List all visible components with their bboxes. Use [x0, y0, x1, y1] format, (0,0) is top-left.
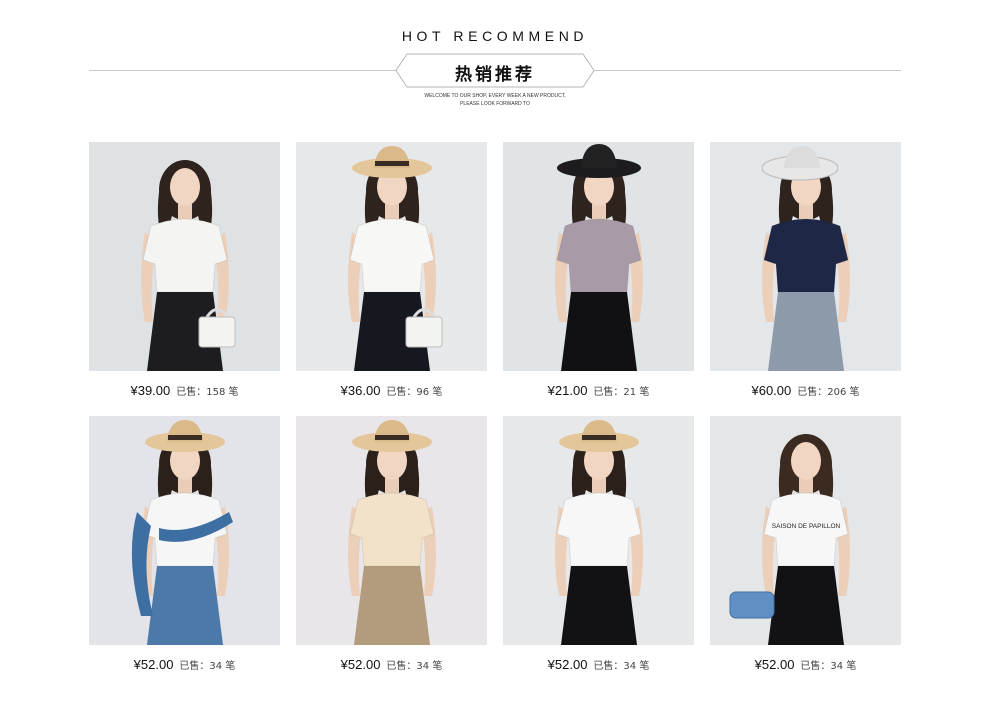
product-price: ¥39.00 — [130, 383, 171, 398]
welcome-line-1: WELCOME TO OUR SHOP, EVERY WEEK A NEW PR… — [424, 93, 566, 99]
product-image[interactable] — [89, 142, 280, 371]
sold-count: 已售：21 笔 — [593, 387, 650, 398]
shirt-print-text: SAISON DE PAPILLON — [772, 523, 841, 530]
product-price: ¥52.00 — [754, 657, 795, 672]
price-row: ¥52.00 已售：34 笔 — [296, 656, 487, 674]
model-photo — [89, 142, 280, 371]
sold-count: 已售：34 笔 — [179, 661, 236, 672]
model-photo — [296, 416, 487, 645]
model-photo — [89, 416, 280, 645]
model-photo: SAISON DE PAPILLON — [710, 416, 901, 645]
sold-count: 已售：34 笔 — [800, 661, 857, 672]
product-image[interactable] — [89, 416, 280, 645]
price-row: ¥39.00 已售：158 笔 — [89, 382, 280, 400]
product-image[interactable] — [296, 416, 487, 645]
product-price: ¥52.00 — [547, 657, 588, 672]
price-row: ¥52.00 已售：34 笔 — [89, 656, 280, 674]
product-card[interactable]: ¥52.00 已售：34 笔 — [503, 416, 694, 672]
product-card[interactable]: SAISON DE PAPILLON ¥52.00 已售：34 笔 — [710, 416, 901, 672]
section-title-en: HOT RECOMMEND — [401, 28, 589, 44]
price-row: ¥60.00 已售：206 笔 — [710, 382, 901, 400]
product-price: ¥60.00 — [751, 383, 792, 398]
model-photo — [503, 416, 694, 645]
sold-count: 已售：34 笔 — [386, 661, 443, 672]
model-photo — [503, 142, 694, 371]
product-image[interactable] — [296, 142, 487, 371]
price-row: ¥52.00 已售：34 笔 — [710, 656, 901, 674]
product-card[interactable]: ¥39.00 已售：158 笔 — [89, 142, 280, 398]
product-image[interactable] — [710, 142, 901, 371]
price-row: ¥36.00 已售：96 笔 — [296, 382, 487, 400]
price-row: ¥21.00 已售：21 笔 — [503, 382, 694, 400]
product-price: ¥36.00 — [340, 383, 381, 398]
product-image[interactable] — [503, 142, 694, 371]
sold-count: 已售：34 笔 — [593, 661, 650, 672]
model-photo — [296, 142, 487, 371]
sold-count: 已售：96 笔 — [386, 387, 443, 398]
title-banner: 热销推荐 — [395, 53, 595, 88]
model-photo — [710, 142, 901, 371]
product-price: ¥21.00 — [547, 383, 588, 398]
product-card[interactable]: ¥36.00 已售：96 笔 — [296, 142, 487, 398]
product-card[interactable]: ¥21.00 已售：21 笔 — [503, 142, 694, 398]
product-card[interactable]: ¥60.00 已售：206 笔 — [710, 142, 901, 398]
welcome-text: WELCOME TO OUR SHOP, EVERY WEEK A NEW PR… — [0, 92, 990, 108]
product-price: ¥52.00 — [133, 657, 174, 672]
product-image[interactable]: SAISON DE PAPILLON — [710, 416, 901, 645]
welcome-line-2: PLEASE LOOK FORWARD TO — [460, 101, 530, 107]
product-card[interactable]: ¥52.00 已售：34 笔 — [296, 416, 487, 672]
sold-count: 已售：158 笔 — [176, 387, 239, 398]
product-card[interactable]: ¥52.00 已售：34 笔 — [89, 416, 280, 672]
hot-recommend-section: HOT RECOMMEND 热销推荐 WELCOME TO OUR SHOP, … — [0, 0, 990, 707]
price-row: ¥52.00 已售：34 笔 — [503, 656, 694, 674]
section-title-cn: 热销推荐 — [455, 65, 535, 85]
sold-count: 已售：206 笔 — [797, 387, 860, 398]
product-price: ¥52.00 — [340, 657, 381, 672]
product-image[interactable] — [503, 416, 694, 645]
